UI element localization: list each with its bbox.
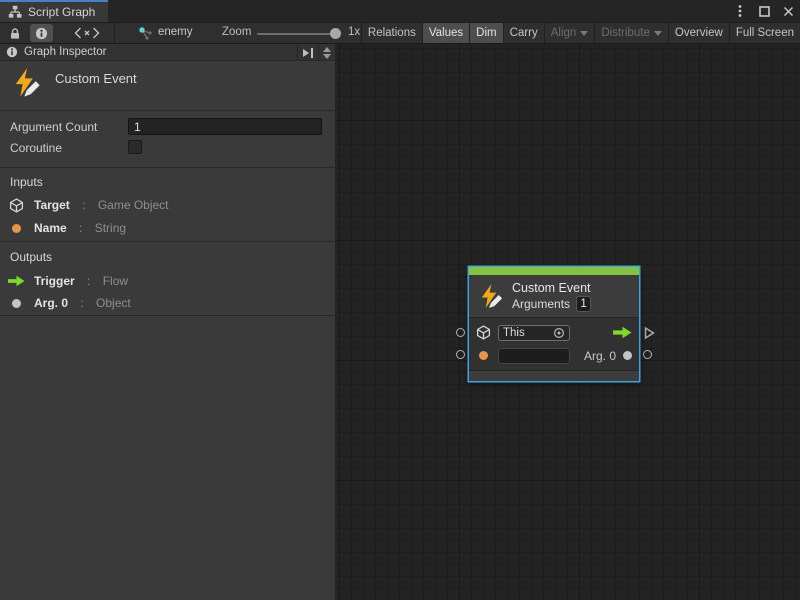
flow-arrow-icon [8,275,25,287]
graph-name-breadcrumb[interactable]: enemy [158,26,193,38]
node-body: This [469,317,639,370]
graph-reference-icon [138,26,154,41]
unit-title: Custom Event [55,71,137,86]
zoom-label: Zoom [222,26,251,38]
node-output-port-trigger[interactable] [644,327,655,339]
input-row-name: Name : String [8,220,126,236]
chevron-down-icon [654,31,662,36]
node-row-arg0: Arg. 0 [476,347,632,365]
cube-icon [8,198,25,213]
align-button[interactable]: Align [544,23,595,43]
tab-title: Script Graph [28,5,95,19]
node-accent-bar [469,267,639,275]
graph-inspector-header: Graph Inspector [0,44,335,61]
values-button[interactable]: Values [422,23,469,43]
overview-button[interactable]: Overview [668,23,729,43]
event-name-input[interactable] [498,348,570,364]
section-divider [0,241,336,242]
node-arguments-value[interactable]: 1 [576,296,591,312]
node-output-port-arg0[interactable] [643,350,652,359]
zoom-slider-track[interactable] [257,33,337,35]
titlebar: Script Graph [0,0,800,22]
cube-icon [476,325,491,340]
custom-event-icon [477,283,504,310]
node-input-port-target[interactable] [456,328,465,337]
trigger-flow-arrow-icon[interactable] [613,326,632,339]
window-controls [733,0,795,22]
argument-count-input[interactable] [128,118,322,135]
maximize-icon[interactable] [757,4,771,18]
zoom-slider-handle[interactable] [330,28,341,39]
arrow-up-icon[interactable] [323,47,331,52]
section-divider [0,110,336,111]
graph-inspector-title: Graph Inspector [24,46,106,58]
code-view-icon[interactable] [69,24,105,42]
object-picker-icon[interactable] [553,327,565,339]
input-row-target: Target : Game Object [8,197,169,213]
dim-button[interactable]: Dim [469,23,502,43]
node-title: Custom Event [512,281,591,295]
dock-panel-icon[interactable] [297,44,319,61]
arg0-label: Arg. 0 [584,349,616,363]
graph-canvas[interactable]: Custom Event Arguments 1 [336,44,800,600]
section-divider [0,315,336,316]
full-screen-button[interactable]: Full Screen [729,23,800,43]
string-port-icon [8,224,25,233]
coroutine-label: Coroutine [10,141,62,155]
custom-event-icon [10,67,42,99]
toolbar-separator [114,23,115,43]
lock-icon[interactable] [4,24,26,42]
unity-script-graph-window: Script Graph [0,0,800,600]
inspector-toggle-info-icon[interactable] [30,24,53,42]
node-input-port-name[interactable] [456,350,465,359]
graph-inspector-panel: Graph Inspector [0,44,336,600]
node-footer [469,370,639,380]
inputs-header: Inputs [10,175,43,189]
output-row-arg0: Arg. 0 : Object [8,295,131,311]
panel-scroll-spinner[interactable] [319,44,335,61]
arg0-port-dot-icon[interactable] [623,351,632,360]
tab-script-graph[interactable]: Script Graph [0,0,108,22]
chevron-down-icon [580,31,588,36]
window-menu-icon[interactable] [733,4,747,18]
object-port-icon [8,299,25,308]
output-row-trigger: Trigger : Flow [8,273,128,289]
graph-toolbar: enemy Zoom 1x Relations Values Dim Carry… [0,22,800,44]
info-icon [6,46,18,58]
coroutine-checkbox[interactable] [128,140,142,154]
zoom-level: 1x [348,26,360,38]
argument-count-label: Argument Count [10,120,97,134]
outputs-header: Outputs [10,250,52,264]
distribute-button[interactable]: Distribute [594,23,668,43]
target-this-dropdown[interactable]: This [498,325,570,341]
relations-button[interactable]: Relations [361,23,422,43]
node-row-target: This [476,324,632,342]
carry-button[interactable]: Carry [503,23,544,43]
toolbar-button-group: Relations Values Dim Carry Align Distrib… [361,23,800,43]
close-icon[interactable] [781,4,795,18]
script-graph-icon [8,5,22,19]
custom-event-node[interactable]: Custom Event Arguments 1 [469,267,639,381]
name-port-dot-icon[interactable] [479,351,488,360]
arrow-down-icon[interactable] [323,54,331,59]
node-arguments-label: Arguments [512,297,570,311]
node-header[interactable]: Custom Event Arguments 1 [469,275,639,317]
section-divider [0,167,336,168]
